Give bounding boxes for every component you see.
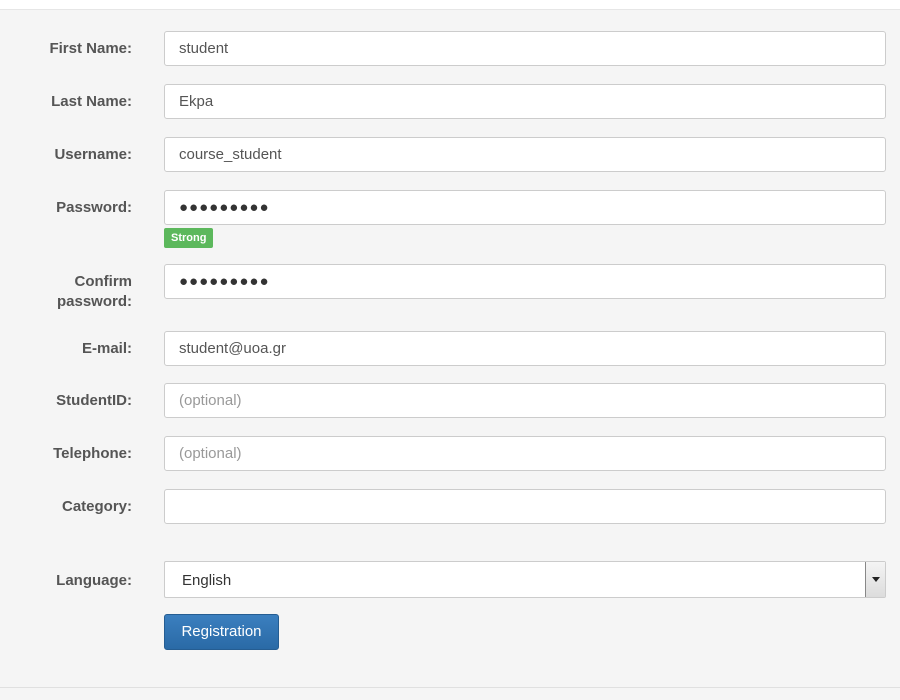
first-name-input[interactable]: student [164, 31, 886, 66]
category-input[interactable] [164, 489, 886, 524]
bottom-divider [0, 687, 900, 688]
confirm-password-label-line1: Confirm [74, 273, 133, 290]
language-label: Language: [56, 572, 132, 589]
confirm-password-label-line2: password: [56, 293, 132, 310]
registration-button[interactable]: Registration [164, 614, 279, 650]
confirm-password-input[interactable]: ●●●●●●●●● [164, 264, 886, 299]
language-selected-value: English [182, 572, 232, 589]
telephone-label: Telephone: [53, 445, 132, 462]
email-input[interactable]: student@uoa.gr [164, 331, 886, 366]
category-label: Category: [61, 498, 132, 515]
email-label: E-mail: [81, 340, 132, 357]
student-id-input[interactable]: (optional) [164, 383, 886, 418]
last-name-label: Last Name: [51, 93, 132, 110]
dropdown-arrow-icon[interactable] [865, 562, 885, 597]
password-input[interactable]: ●●●●●●●●● [164, 190, 886, 225]
password-strength-badge: Strong [164, 228, 214, 248]
password-label: Password: [56, 199, 132, 216]
top-divider [0, 0, 900, 10]
confirm-password-label: Confirm password: [0, 272, 132, 312]
registration-page: First Name: student Last Name: Ekpa User… [0, 0, 900, 700]
telephone-input[interactable]: (optional) [164, 436, 886, 471]
language-select[interactable]: English [164, 561, 886, 598]
last-name-input[interactable]: Ekpa [164, 84, 886, 119]
student-id-label: StudentID: [56, 392, 132, 409]
first-name-label: First Name: [49, 40, 132, 57]
username-label: Username: [54, 146, 132, 163]
username-input[interactable]: course_student [164, 137, 886, 172]
